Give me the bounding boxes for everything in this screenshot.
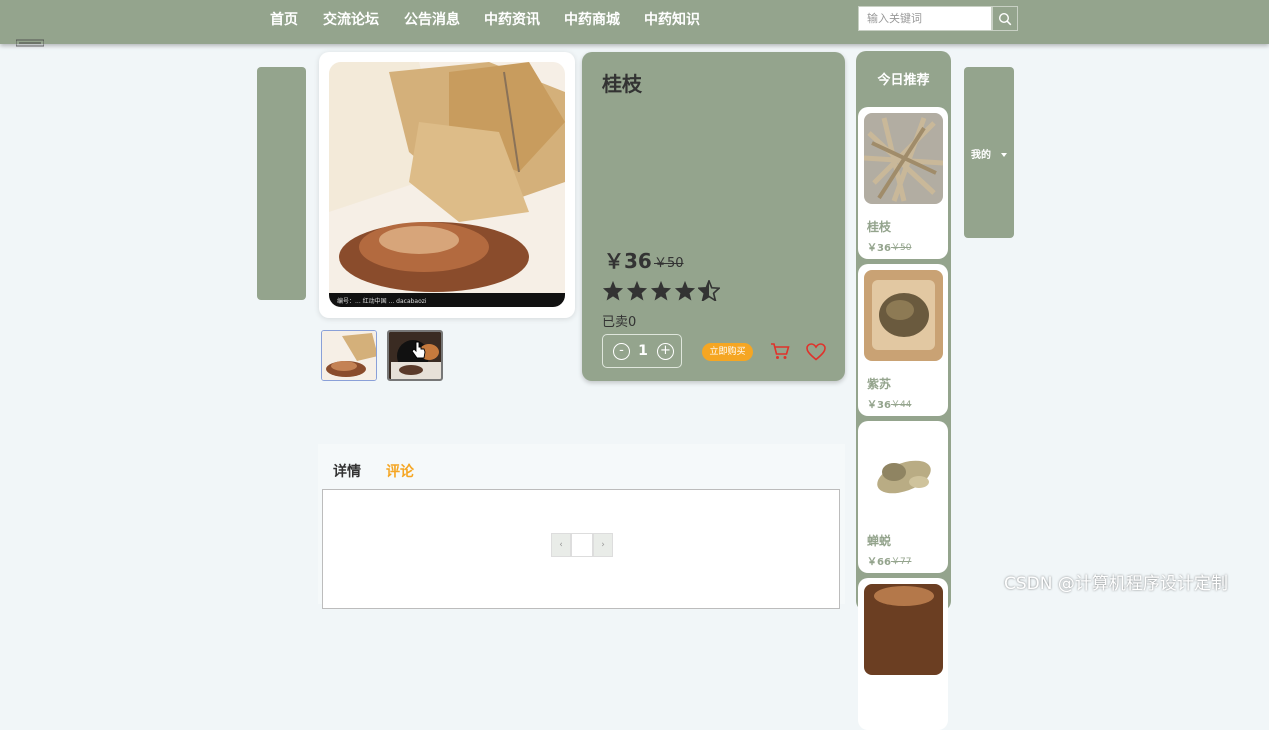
nav-item-shop[interactable]: 中药商城 — [564, 0, 620, 40]
qty-minus-button[interactable]: - — [613, 343, 630, 360]
sold-count: 已卖0 — [602, 315, 637, 330]
recommend-image — [864, 427, 943, 518]
right-side-panel: 我的 — [964, 67, 1014, 238]
recommend-item[interactable]: 桂枝 ￥36 ￥50 — [858, 107, 948, 259]
star-icon — [602, 280, 624, 301]
rating-stars — [602, 280, 720, 301]
product-image-card: 编号：... 红动中国 ... dacabaozi — [319, 52, 575, 318]
my-menu-label: 我的 — [971, 150, 991, 161]
recommend-title: 今日推荐 — [877, 73, 930, 88]
left-side-panel — [257, 67, 306, 300]
nav-item-notices[interactable]: 公告消息 — [404, 0, 460, 40]
watermark-text: CSDN @计算机程序设计定制 — [1004, 574, 1228, 594]
nav-item-news[interactable]: 中药资讯 — [484, 0, 540, 40]
recommend-item[interactable] — [858, 578, 948, 730]
recommend-old-price: ￥77 — [891, 557, 912, 567]
search-button[interactable] — [992, 6, 1018, 31]
recommend-old-price: ￥50 — [891, 243, 912, 253]
nav-item-knowledge[interactable]: 中药知识 — [644, 0, 700, 40]
recommend-price: ￥66 — [867, 557, 891, 568]
pager-prev-button[interactable]: ‹ — [551, 533, 571, 557]
product-main-image: 编号：... 红动中国 ... dacabaozi — [329, 62, 565, 307]
recommend-image — [864, 270, 943, 361]
nav-item-home[interactable]: 首页 — [270, 0, 298, 40]
svg-text:编号：... 红动中国 ... dacabaozi: 编号：... 红动中国 ... dacabaozi — [337, 297, 427, 305]
product-price: ￥36 — [604, 249, 652, 273]
qty-plus-button[interactable]: + — [657, 343, 674, 360]
qty-value: 1 — [638, 343, 648, 359]
recommend-image — [864, 584, 943, 675]
recommend-item[interactable]: 紫苏 ￥36 ￥44 — [858, 264, 948, 416]
heart-icon[interactable] — [806, 343, 826, 361]
product-tabs: 详情 评论 ‹ › — [318, 444, 845, 609]
product-title: 桂枝 — [602, 72, 642, 96]
recommend-old-price: ￥44 — [891, 400, 912, 410]
site-logo — [15, 38, 45, 51]
recommend-item[interactable]: 蝉蜕 ￥66 ￥77 — [858, 421, 948, 573]
search-icon — [998, 12, 1012, 25]
product-info-panel: 桂枝 ￥36 ￥50 已卖0 - 1 + 立即购买 — [582, 52, 845, 381]
star-icon — [674, 280, 696, 301]
hand-cursor-icon — [412, 341, 426, 359]
caret-down-icon — [1001, 153, 1008, 157]
recommend-name: 紫苏 — [867, 377, 892, 391]
pager-next-button[interactable]: › — [593, 533, 613, 557]
tab-comments[interactable]: 评论 — [386, 461, 414, 481]
recommend-price: ￥36 — [867, 400, 891, 411]
thumbnail-1[interactable] — [321, 330, 377, 381]
nav-item-forum[interactable]: 交流论坛 — [323, 0, 379, 40]
cart-icon[interactable] — [770, 342, 790, 360]
product-old-price: ￥50 — [654, 256, 684, 271]
quantity-stepper: - 1 + — [602, 334, 682, 368]
recommend-name: 桂枝 — [867, 220, 892, 234]
star-icon — [626, 280, 648, 301]
recommend-image — [864, 113, 943, 204]
recommend-name: 蝉蜕 — [867, 534, 892, 548]
star-half-icon — [698, 280, 720, 301]
pagination: ‹ › — [551, 533, 613, 557]
tab-details[interactable]: 详情 — [333, 461, 361, 481]
recommendation-column: 今日推荐 桂枝 ￥36 ￥50 紫苏 ￥36 ￥44 蝉蜕 ￥66 ￥77 — [856, 51, 951, 730]
search-input[interactable]: 输入关键词 — [858, 6, 992, 31]
recommend-price: ￥36 — [867, 243, 891, 254]
star-icon — [650, 280, 672, 301]
pager-current[interactable] — [571, 533, 593, 557]
top-navbar: 首页 交流论坛 公告消息 中药资讯 中药商城 中药知识 输入关键词 — [0, 0, 1269, 44]
buy-now-button[interactable]: 立即购买 — [702, 343, 753, 361]
tab-content: ‹ › — [322, 489, 840, 609]
my-menu-dropdown[interactable]: 我的 — [971, 146, 1008, 161]
